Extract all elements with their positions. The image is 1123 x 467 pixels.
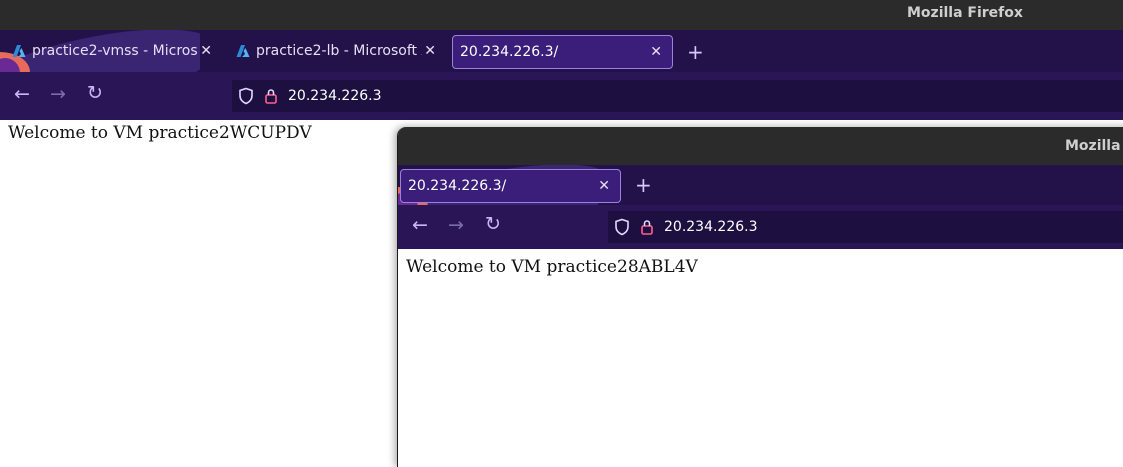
tab-close-icon[interactable]: ✕ (200, 43, 212, 59)
url-text[interactable]: 20.234.226.3 (664, 219, 758, 235)
tab-practice2-vmss[interactable]: practice2-vmss - Microsoft Azure ✕ (12, 34, 220, 68)
back-button[interactable]: ← (14, 83, 30, 105)
tab-label: practice2-lb - Microsoft Azure (256, 43, 422, 59)
tab-strip: 20.234.226.3/ ✕ + (398, 165, 1123, 205)
lock-icon[interactable] (264, 88, 278, 104)
lock-icon[interactable] (640, 219, 654, 235)
new-tab-button[interactable]: + (687, 40, 704, 64)
welcome-message: Welcome to VM practice2WCUPDV (8, 123, 312, 143)
back-button[interactable]: ← (412, 214, 428, 236)
tab-close-icon[interactable]: ✕ (598, 178, 610, 194)
forward-button[interactable]: → (50, 83, 66, 105)
new-tab-button[interactable]: + (635, 173, 652, 197)
forward-button[interactable]: → (448, 214, 464, 236)
tab-label: 20.234.226.3/ (460, 44, 559, 60)
shield-icon[interactable] (614, 218, 630, 236)
tab-close-icon[interactable]: ✕ (650, 44, 662, 60)
navigation-toolbar: ← → ↻ 20.234.226.3 (0, 72, 1123, 120)
navigation-toolbar: ← → ↻ 20.234.226.3 (398, 205, 1123, 249)
window-title: Mozilla Firefox (907, 5, 1023, 21)
url-text[interactable]: 20.234.226.3 (288, 88, 382, 104)
tab-close-icon[interactable]: ✕ (424, 43, 436, 59)
page-content: Welcome to VM practice28ABL4V (398, 249, 1123, 467)
tab-practice2-lb[interactable]: practice2-lb - Microsoft Azure ✕ (236, 34, 442, 68)
window-title: Mozilla Firefox (1065, 138, 1123, 154)
reload-button[interactable]: ↻ (485, 213, 501, 235)
window-titlebar[interactable]: Mozilla Firefox (398, 127, 1123, 165)
tab-label: practice2-vmss - Microsoft Azure (32, 43, 198, 59)
welcome-message: Welcome to VM practice28ABL4V (406, 257, 698, 277)
url-bar[interactable]: 20.234.226.3 (232, 80, 1123, 112)
shield-icon[interactable] (238, 87, 254, 105)
tab-20-234-226-3[interactable]: 20.234.226.3/ ✕ (400, 169, 621, 203)
url-bar[interactable]: 20.234.226.3 (608, 211, 1123, 243)
tab-label: 20.234.226.3/ (408, 178, 507, 194)
browser-window-secondary: Mozilla Firefox 20.234.226.3/ ✕ + ← → ↻ … (397, 127, 1123, 467)
azure-logo-icon (236, 45, 250, 57)
window-titlebar[interactable]: Mozilla Firefox (0, 0, 1123, 30)
tab-20-234-226-3[interactable]: 20.234.226.3/ ✕ (452, 35, 673, 69)
reload-button[interactable]: ↻ (87, 82, 103, 104)
azure-logo-icon (12, 45, 26, 57)
tab-strip: practice2-vmss - Microsoft Azure ✕ pract… (0, 30, 1123, 72)
